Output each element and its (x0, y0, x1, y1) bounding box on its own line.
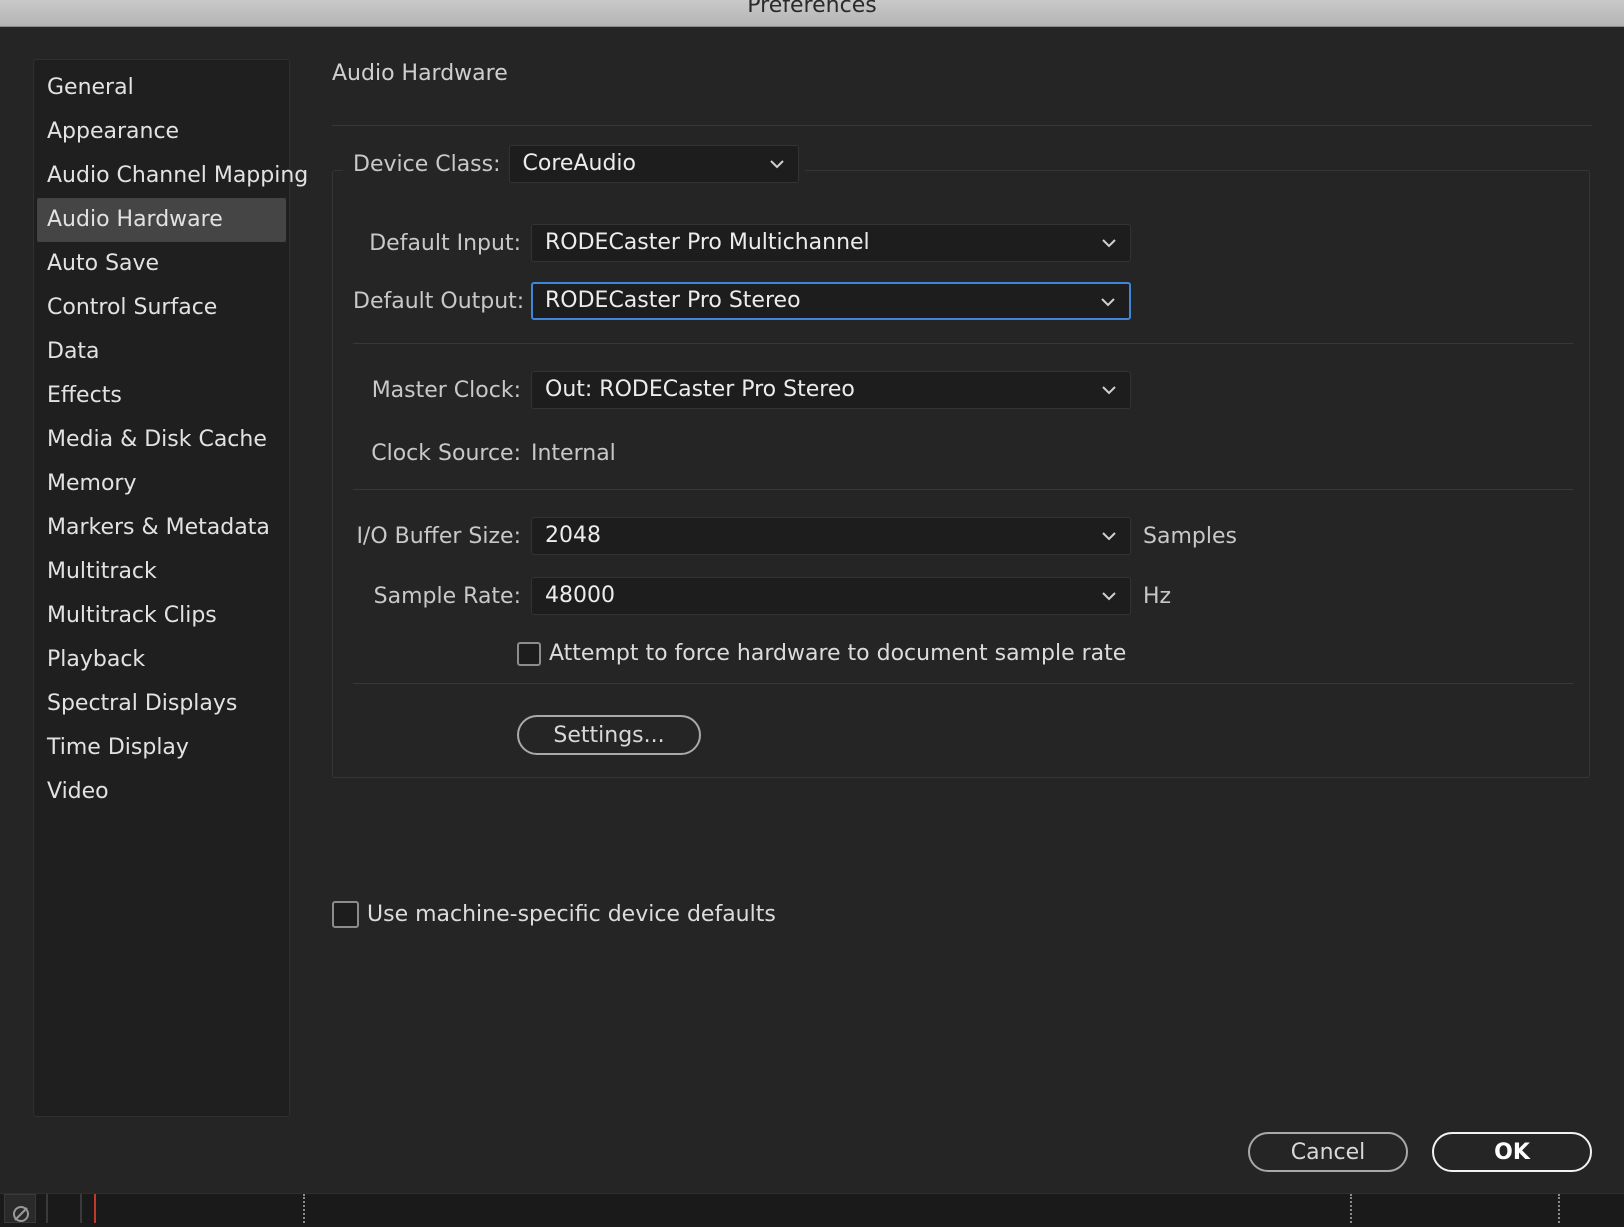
sample-rate-unit: Hz (1143, 583, 1172, 609)
default-output-value: RODECaster Pro Stereo (545, 288, 801, 313)
sidebar-item-multitrack[interactable]: Multitrack (37, 550, 286, 594)
sidebar-item-audio-channel-mapping[interactable]: Audio Channel Mapping (37, 154, 308, 198)
clock-source-row: Clock Source: Internal (353, 434, 616, 472)
device-class-label: Device Class: (353, 151, 501, 177)
preferences-sidebar: General Appearance Audio Channel Mapping… (33, 59, 308, 1117)
master-clock-label: Master Clock: (371, 377, 521, 403)
ok-button[interactable]: OK (1432, 1132, 1592, 1172)
io-buffer-label: I/O Buffer Size: (356, 523, 521, 549)
default-input-label: Default Input: (369, 230, 521, 256)
sidebar-item-effects[interactable]: Effects (37, 374, 286, 418)
sidebar-item-appearance[interactable]: Appearance (37, 110, 286, 154)
default-input-dropdown[interactable]: RODECaster Pro Multichannel (531, 224, 1131, 262)
window-title: Preferences (747, 0, 877, 18)
timeline-strip (0, 1193, 1624, 1223)
device-class-dropdown[interactable]: CoreAudio (508, 145, 799, 183)
io-buffer-row: I/O Buffer Size: 2048 Samples (353, 517, 1237, 555)
sample-rate-row: Sample Rate: 48000 Hz (353, 577, 1171, 615)
machine-defaults-label[interactable]: Use machine-specific device defaults (367, 902, 776, 927)
timeline-tick (1350, 1194, 1354, 1223)
force-sample-rate-label[interactable]: Attempt to force hardware to document sa… (549, 641, 1126, 666)
master-clock-dropdown[interactable]: Out: RODECaster Pro Stereo (531, 371, 1131, 409)
device-class-row: Device Class: CoreAudio (343, 143, 805, 185)
sidebar-item-general[interactable]: General (37, 66, 286, 110)
device-class-group: Device Class: CoreAudio Default Input: R… (332, 143, 1590, 778)
divider (353, 343, 1573, 344)
timeline-divider (46, 1194, 48, 1223)
sidebar-item-media-disk-cache[interactable]: Media & Disk Cache (37, 418, 286, 462)
section-title: Audio Hardware (332, 61, 508, 86)
preferences-panel: Audio Hardware Device Class: CoreAudio D… (332, 57, 1594, 1157)
divider (353, 489, 1573, 490)
io-buffer-unit: Samples (1143, 523, 1237, 549)
preferences-dialog: General Appearance Audio Channel Mapping… (0, 27, 1624, 1193)
master-clock-value: Out: RODECaster Pro Stereo (545, 377, 855, 402)
default-output-row: Default Output: RODECaster Pro Stereo (353, 282, 1131, 320)
sidebar-item-data[interactable]: Data (37, 330, 286, 374)
chevron-down-icon (1099, 293, 1117, 311)
sample-rate-label: Sample Rate: (373, 583, 521, 609)
sample-rate-dropdown[interactable]: 48000 (531, 577, 1131, 615)
machine-defaults-row: Use machine-specific device defaults (332, 901, 776, 928)
clock-source-label: Clock Source: (371, 440, 521, 466)
sidebar-item-memory[interactable]: Memory (37, 462, 286, 506)
force-sample-rate-row: Attempt to force hardware to document sa… (517, 641, 1126, 666)
master-clock-row: Master Clock: Out: RODECaster Pro Stereo (353, 371, 1131, 409)
default-input-value: RODECaster Pro Multichannel (545, 230, 870, 255)
chevron-down-icon (1100, 234, 1118, 252)
timeline-divider (80, 1194, 82, 1223)
device-class-value: CoreAudio (522, 151, 636, 176)
settings-button[interactable]: Settings... (517, 715, 701, 755)
timeline-tick (1558, 1194, 1562, 1223)
sidebar-item-spectral-displays[interactable]: Spectral Displays (37, 682, 286, 726)
timeline-tick (303, 1194, 307, 1223)
chevron-down-icon (1100, 527, 1118, 545)
default-output-dropdown[interactable]: RODECaster Pro Stereo (531, 282, 1131, 320)
cancel-button[interactable]: Cancel (1248, 1132, 1408, 1172)
chevron-down-icon (1100, 587, 1118, 605)
sample-rate-value: 48000 (545, 583, 615, 608)
machine-defaults-checkbox[interactable] (332, 901, 359, 928)
clock-source-value: Internal (531, 440, 616, 466)
force-sample-rate-checkbox[interactable] (517, 641, 541, 666)
sidebar-item-markers-metadata[interactable]: Markers & Metadata (37, 506, 286, 550)
sidebar-item-playback[interactable]: Playback (37, 638, 286, 682)
sidebar-item-video[interactable]: Video (37, 770, 286, 814)
playhead-marker[interactable] (94, 1194, 96, 1223)
default-output-label: Default Output: (353, 288, 525, 314)
sidebar-item-audio-hardware[interactable]: Audio Hardware (37, 198, 286, 242)
io-buffer-dropdown[interactable]: 2048 (531, 517, 1131, 555)
title-bar: Preferences (0, 0, 1624, 27)
chevron-down-icon (1100, 381, 1118, 399)
sidebar-item-control-surface[interactable]: Control Surface (37, 286, 286, 330)
chevron-down-icon (768, 155, 786, 173)
divider (353, 683, 1573, 684)
sidebar-item-time-display[interactable]: Time Display (37, 726, 286, 770)
default-input-row: Default Input: RODECaster Pro Multichann… (353, 224, 1131, 262)
section-divider (332, 125, 1592, 126)
sidebar-item-auto-save[interactable]: Auto Save (37, 242, 286, 286)
no-entry-icon[interactable] (4, 1194, 36, 1223)
sidebar-item-multitrack-clips[interactable]: Multitrack Clips (37, 594, 286, 638)
io-buffer-value: 2048 (545, 523, 601, 548)
